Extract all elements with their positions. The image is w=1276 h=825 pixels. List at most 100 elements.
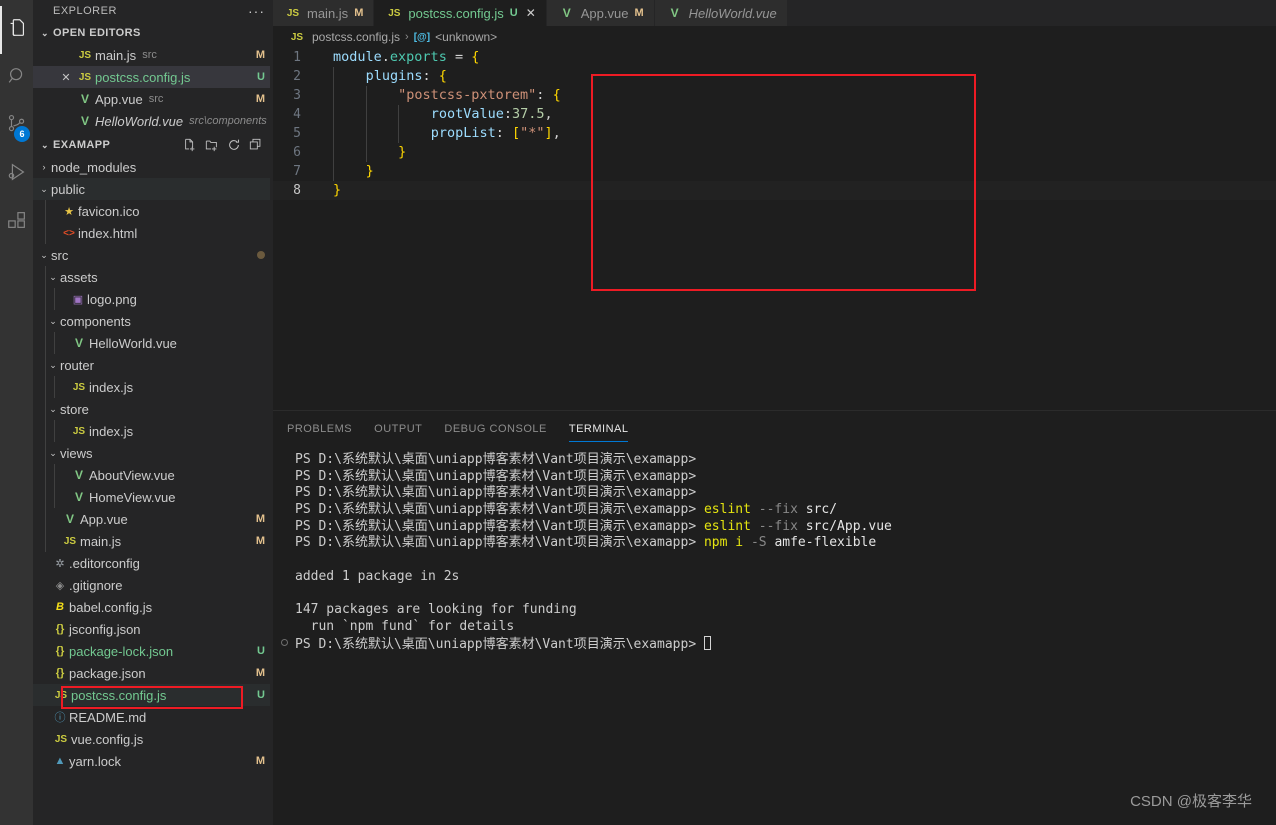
code-line[interactable]: 3 "postcss-pxtorem": { [273, 86, 1276, 105]
editor-tab[interactable]: V HelloWorld.vue [654, 0, 788, 26]
indent-guide [45, 376, 46, 398]
breadcrumb-file[interactable]: postcss.config.js [312, 30, 400, 44]
indent-guide [45, 200, 46, 222]
panel-tab[interactable]: PROBLEMS [287, 411, 352, 446]
activity-item-source-control[interactable]: 6 [0, 102, 33, 150]
run-debug-icon [6, 161, 28, 188]
bottom-panel: PROBLEMS OUTPUT DEBUG CONSOLE TERMINAL PS D… [273, 410, 1276, 825]
tree-row[interactable]: ⌄ components [33, 310, 273, 332]
open-editor-row[interactable]: JS main.js src M [33, 44, 273, 66]
tab-label: HelloWorld.vue [688, 5, 777, 21]
indent-guide [54, 464, 55, 486]
tree-row[interactable]: V AboutView.vue [33, 464, 273, 486]
status-badge: M [255, 93, 265, 105]
tree-item-label: package-lock.json [69, 643, 174, 659]
tree-item-label: vue.config.js [71, 731, 144, 747]
tree-row[interactable]: V HelloWorld.vue [33, 332, 273, 354]
code-line[interactable]: 2 plugins: { [273, 67, 1276, 86]
code-line[interactable]: 8} [273, 181, 1276, 200]
chevron-down-icon[interactable]: ⌄ [46, 272, 60, 283]
code-line[interactable]: 4 rootValue:37.5, [273, 105, 1276, 124]
status-badge: U [257, 689, 265, 701]
terminal-flag: -S [750, 535, 767, 551]
tree-row[interactable]: JS postcss.config.js U [33, 684, 273, 706]
tree-row[interactable]: {} package.json M [33, 662, 273, 684]
tree-row[interactable]: V HomeView.vue [33, 486, 273, 508]
tree-row[interactable]: › node_modules [33, 156, 273, 178]
tree-row[interactable]: JS vue.config.js [33, 728, 273, 750]
tree-row[interactable]: ▲ yarn.lock M [33, 750, 273, 772]
chevron-down-icon[interactable]: ⌄ [37, 184, 51, 195]
tree-row[interactable]: ⌄ assets [33, 266, 273, 288]
chevron-down-icon[interactable]: ⌄ [46, 404, 60, 415]
chevron-down-icon[interactable]: ⌄ [46, 360, 60, 371]
open-editor-row[interactable]: V HelloWorld.vue src\components [33, 110, 273, 132]
tree-row[interactable]: JS index.js [33, 420, 273, 442]
code-line[interactable]: 5 propList: ["*"], [273, 124, 1276, 143]
tab-label: App.vue [580, 5, 629, 21]
code-line[interactable]: 7 } [273, 162, 1276, 181]
activity-item-extensions[interactable] [0, 198, 33, 246]
tree-row[interactable]: ▣ logo.png [33, 288, 273, 310]
tree-row[interactable]: JS main.js M [33, 530, 273, 552]
tree-row[interactable]: {} package-lock.json U [33, 640, 273, 662]
terminal-argument: src/App.vue [805, 518, 892, 534]
project-header[interactable]: ⌄ EXAMAPP [33, 134, 273, 156]
tree-item-label: App.vue [80, 511, 128, 527]
tree-row[interactable]: ★ favicon.ico [33, 200, 273, 222]
line-number: 2 [293, 69, 301, 84]
chevron-down-icon[interactable]: ⌄ [37, 250, 51, 261]
panel-tab[interactable]: TERMINAL [568, 411, 629, 446]
chevron-down-icon[interactable]: ⌄ [46, 316, 60, 327]
code-editor[interactable]: 1 module.exports = {2 plugins: {3 "postcs… [273, 48, 1276, 410]
close-icon[interactable]: ✕ [57, 71, 75, 84]
tree-row[interactable]: ✲ .editorconfig [33, 552, 273, 574]
new-folder-icon[interactable] [205, 138, 219, 152]
open-editor-name: postcss.config.js [95, 69, 191, 85]
tree-row[interactable]: {} jsconfig.json [33, 618, 273, 640]
collapse-all-icon[interactable] [249, 138, 263, 152]
tree-row[interactable]: <> index.html [33, 222, 273, 244]
code-line[interactable]: 1 module.exports = { [273, 48, 1276, 67]
activity-item-explorer[interactable] [0, 6, 33, 54]
terminal-command: eslint [703, 502, 751, 518]
breadcrumb-symbol[interactable]: <unknown> [435, 30, 497, 44]
status-badge: M [255, 755, 265, 767]
activity-item-search[interactable] [0, 54, 33, 102]
chevron-down-icon[interactable]: ⌄ [46, 448, 60, 459]
tree-row[interactable]: Bbabel.config.js [33, 596, 273, 618]
tree-row[interactable]: ◈ .gitignore [33, 574, 273, 596]
tree-row[interactable]: ⌄ store [33, 398, 273, 420]
activity-item-run-and-debug[interactable] [0, 150, 33, 198]
panel-tab[interactable]: OUTPUT [374, 411, 422, 446]
code-line[interactable]: 6 } [273, 143, 1276, 162]
tree-item-label: components [60, 313, 131, 329]
tree-row[interactable]: ⌄ views [33, 442, 273, 464]
tree-row[interactable]: JS index.js [33, 376, 273, 398]
chevron-right-icon[interactable]: › [37, 162, 51, 172]
json-icon: {} [55, 645, 65, 657]
open-editor-row[interactable]: ✕ JS postcss.config.js U [33, 66, 273, 88]
tree-row[interactable]: ⌄ router [33, 354, 273, 376]
editor-tab[interactable]: JS main.js M [273, 0, 375, 26]
new-file-icon[interactable] [183, 138, 197, 152]
panel-tab[interactable]: DEBUG CONSOLE [444, 411, 546, 446]
open-editors-header[interactable]: ⌄ OPEN EDITORS [33, 22, 273, 44]
tree-item-label: views [60, 445, 93, 461]
code-area[interactable]: 1 module.exports = {2 plugins: {3 "postcs… [273, 48, 1276, 410]
refresh-icon[interactable] [227, 138, 241, 152]
terminal-output[interactable]: PS D:\系统默认\桌面\uniapp博客素材\Vant项目演示\examap… [273, 446, 1276, 825]
close-icon[interactable]: ✕ [526, 6, 536, 20]
tree-row[interactable]: ⓘ README.md [33, 706, 273, 728]
open-editor-name: main.js [95, 47, 137, 63]
tree-row[interactable]: V App.vue M [33, 508, 273, 530]
more-actions-icon[interactable]: ··· [248, 4, 265, 18]
tree-item-label: AboutView.vue [89, 467, 175, 483]
editor-tab[interactable]: JS postcss.config.js U ✕ [374, 0, 547, 26]
chevron-down-icon: ⌄ [41, 27, 49, 38]
editor-tab[interactable]: V App.vue M [546, 0, 655, 26]
tree-row[interactable]: ⌄ src [33, 244, 273, 266]
open-editor-row[interactable]: V App.vue src M [33, 88, 273, 110]
tree-row[interactable]: ⌄ public [33, 178, 273, 200]
